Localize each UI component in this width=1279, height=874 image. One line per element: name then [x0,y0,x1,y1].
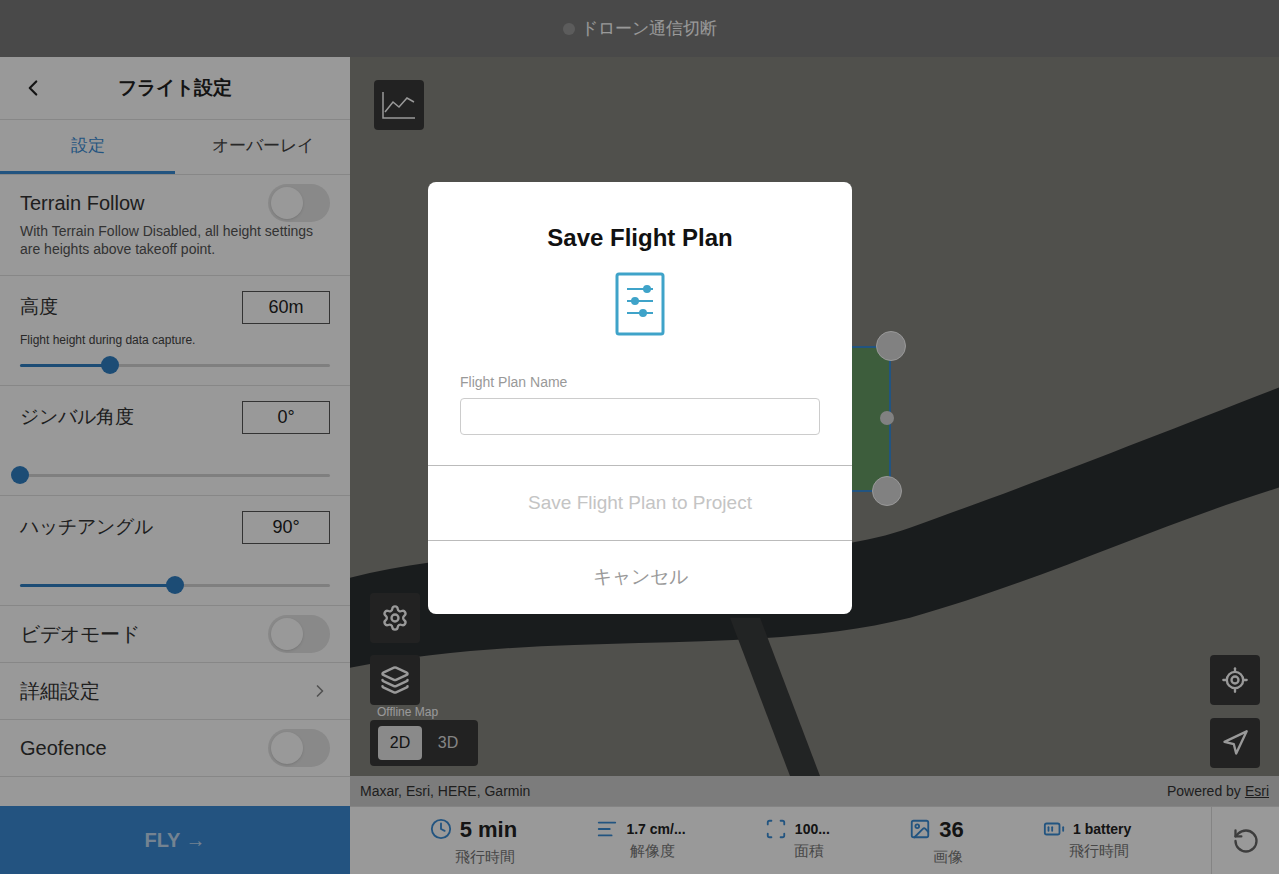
save-flight-plan-dialog: Save Flight Plan Flight Plan Name Save Fli… [428,182,852,614]
save-to-project-button[interactable]: Save Flight Plan to Project [428,465,852,540]
flight-plan-icon [615,272,665,336]
flight-plan-name-input[interactable] [460,398,820,435]
dialog-title: Save Flight Plan [547,220,732,256]
field-label: Flight Plan Name [460,372,820,393]
cancel-button[interactable]: キャンセル [428,540,852,614]
